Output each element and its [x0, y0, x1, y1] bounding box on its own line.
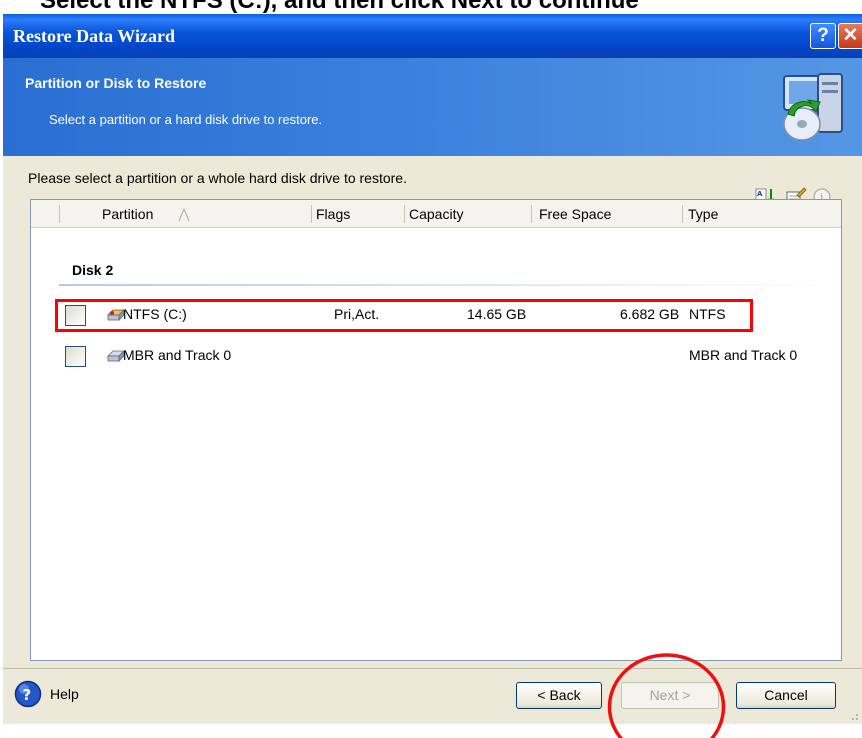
column-header-type[interactable]: Type: [688, 200, 718, 228]
title-bar[interactable]: Restore Data Wizard ? ✕: [3, 14, 862, 58]
column-header-partition[interactable]: Partition: [102, 200, 153, 228]
annotation-circle: [607, 653, 726, 738]
partition-list[interactable]: Partition Flags Capacity Free Space Type…: [30, 199, 842, 661]
column-header-flags[interactable]: Flags: [316, 200, 350, 228]
help-title-button[interactable]: ?: [810, 23, 836, 49]
back-button[interactable]: < Back: [516, 682, 602, 709]
help-icon[interactable]: ?: [14, 680, 42, 708]
resize-grip-icon[interactable]: [846, 708, 860, 722]
close-button[interactable]: ✕: [838, 23, 862, 49]
footer-divider: [3, 668, 862, 669]
column-header-capacity[interactable]: Capacity: [409, 200, 463, 228]
help-link[interactable]: Help: [50, 686, 79, 702]
annotation-highlight-box: [55, 299, 753, 332]
svg-text:A: A: [757, 190, 763, 198]
column-separator: [404, 205, 405, 223]
header-subtitle: Select a partition or a hard disk drive …: [49, 112, 323, 127]
column-separator: [59, 205, 60, 223]
annotation-caption: Select the NTFS (C:), and then click Nex…: [0, 0, 862, 14]
column-header-free-space[interactable]: Free Space: [539, 200, 611, 228]
svg-text:?: ?: [23, 686, 32, 704]
restore-wizard-window: Restore Data Wizard ? ✕ Partition or Dis…: [3, 14, 862, 724]
cancel-button[interactable]: Cancel: [736, 682, 836, 709]
column-separator: [311, 205, 312, 223]
table-row[interactable]: MBR and Track 0 MBR and Track 0: [31, 341, 841, 371]
cell-type: MBR and Track 0: [689, 347, 798, 363]
instruction-text: Please select a partition or a whole har…: [28, 170, 407, 186]
group-divider: [59, 284, 839, 286]
window-title: Restore Data Wizard: [13, 26, 175, 46]
row-checkbox[interactable]: [65, 346, 86, 367]
disk-group-label: Disk 2: [72, 262, 114, 278]
restore-computer-icon: [783, 73, 843, 141]
header-title: Partition or Disk to Restore: [25, 75, 207, 91]
sort-ascending-icon: [178, 208, 190, 222]
column-separator: [682, 205, 683, 223]
wizard-header: Partition or Disk to Restore Select a pa…: [3, 58, 862, 156]
bottom-margin: [0, 724, 862, 738]
column-header-row: Partition Flags Capacity Free Space Type: [31, 200, 841, 228]
cell-partition: MBR and Track 0: [123, 347, 232, 363]
column-separator: [531, 205, 532, 223]
annotation-caption-text: Select the NTFS (C:), and then click Nex…: [40, 0, 639, 14]
